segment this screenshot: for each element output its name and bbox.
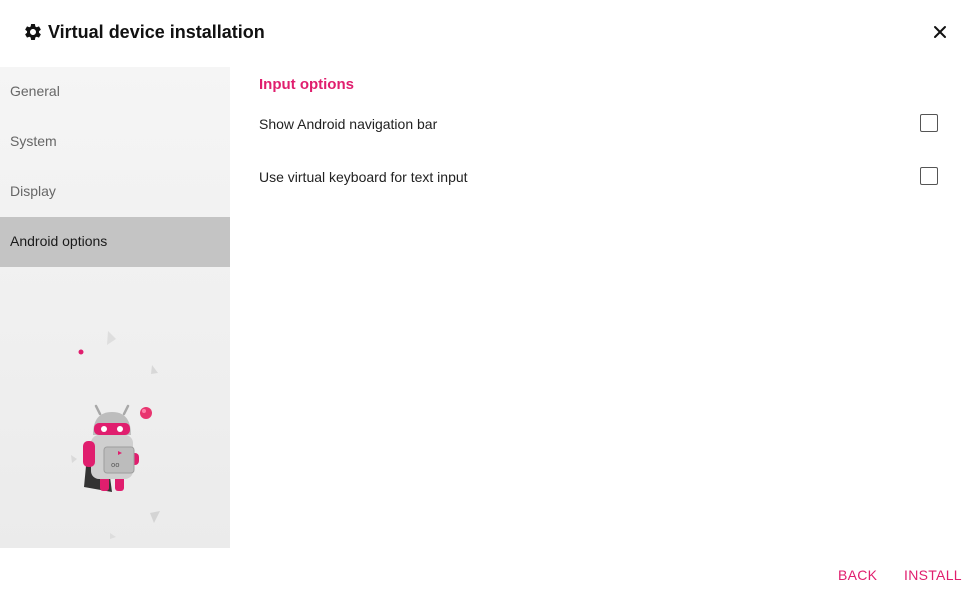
option-row-virtual-keyboard: Use virtual keyboard for text input [259,165,949,189]
gear-icon [25,24,41,40]
close-icon[interactable] [928,20,952,44]
sidebar-item-android-options[interactable]: Android options [0,217,230,267]
sidebar-item-label: System [10,133,57,149]
option-label: Show Android navigation bar [259,116,438,132]
option-label: Use virtual keyboard for text input [259,169,468,185]
sidebar-item-label: Display [10,183,56,199]
navigation-bar-checkbox[interactable] [920,114,938,132]
sidebar: General System Display Android options o… [0,67,230,548]
back-button[interactable]: BACK [838,566,877,584]
title-bar: Virtual device installation [0,0,972,66]
virtual-keyboard-checkbox[interactable] [920,167,938,185]
install-button[interactable]: INSTALL [904,566,962,584]
sidebar-item-label: General [10,83,60,99]
sidebar-item-label: Android options [10,233,108,249]
sidebar-item-general[interactable]: General [0,67,230,117]
android-robot-illustration: oo [71,331,160,539]
window-title: Virtual device installation [48,22,265,42]
virtual-device-installation-dialog: Virtual device installation General Syst… [0,0,972,598]
sidebar-item-display[interactable]: Display [0,167,230,217]
option-row-navigation-bar: Show Android navigation bar [259,112,949,136]
sidebar-item-system[interactable]: System [0,117,230,167]
main-content: Input options Show Android navigation ba… [230,67,972,548]
section-title: Input options [259,76,354,93]
svg-text:oo: oo [111,461,120,469]
